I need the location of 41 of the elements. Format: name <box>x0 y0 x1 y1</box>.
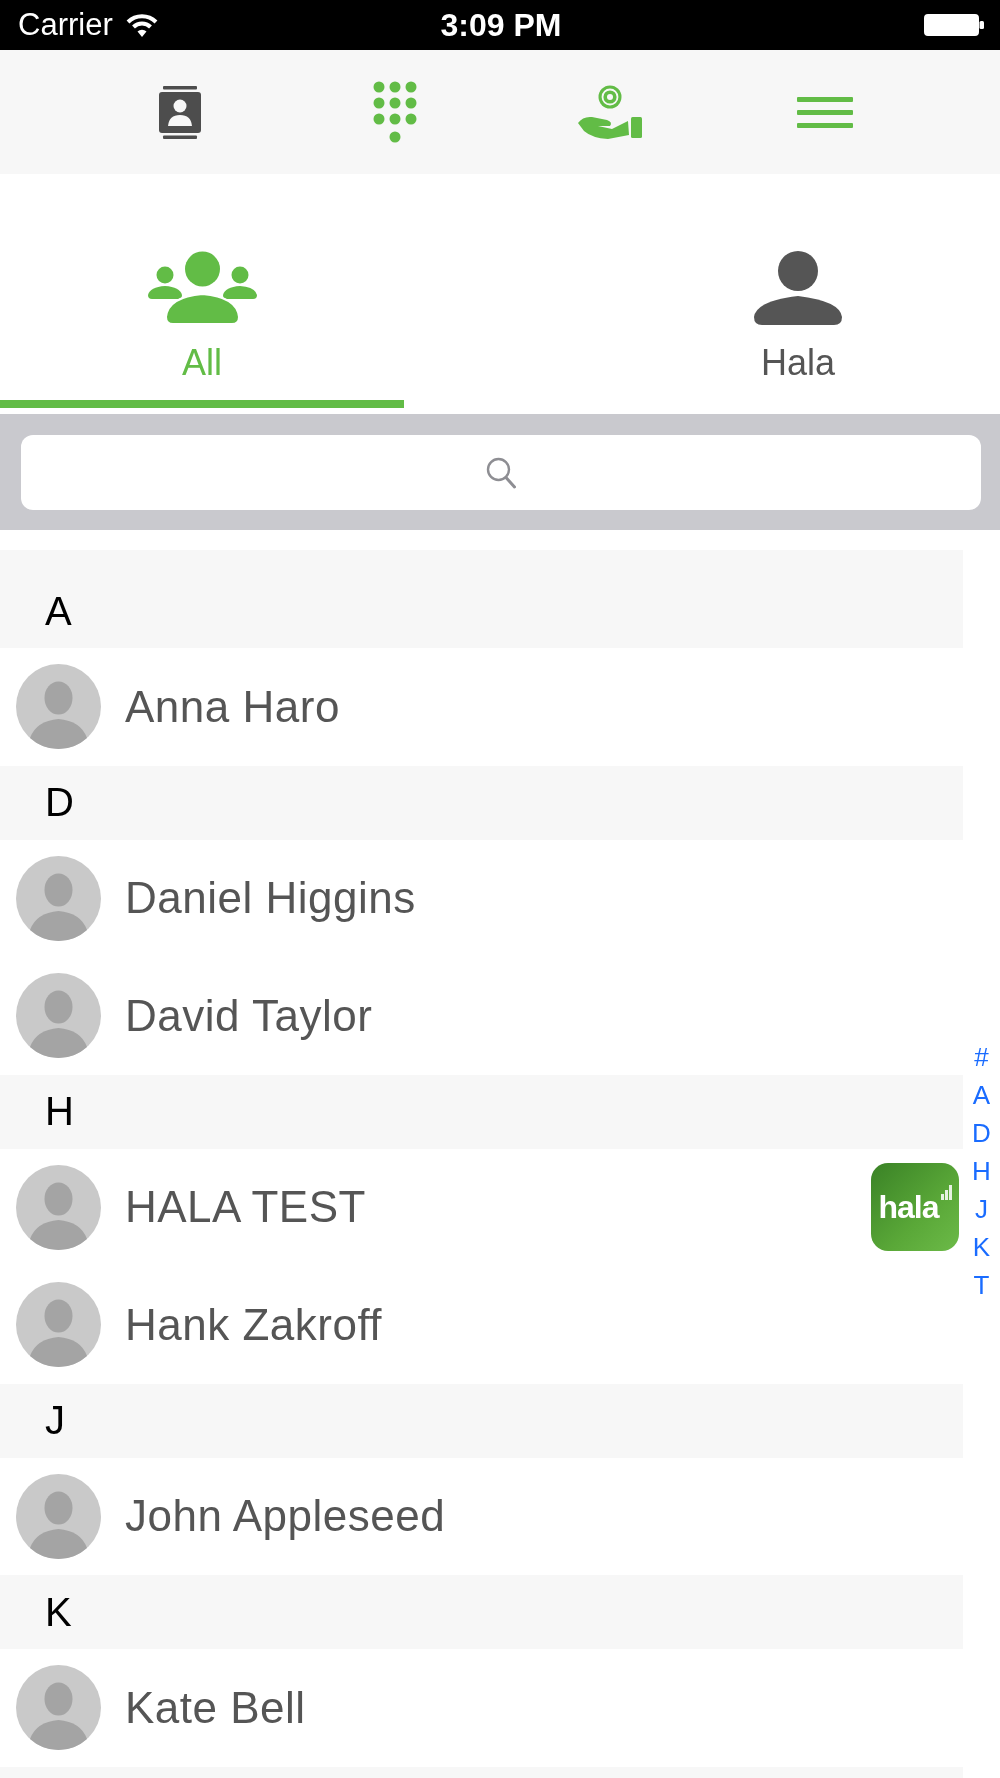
logo-text: hala <box>878 1190 939 1225</box>
tab[interactable]: Hala <box>596 240 1000 408</box>
contact-name[interactable]: Kate Bell <box>125 1682 306 1733</box>
section-header: A <box>0 550 963 648</box>
index-letter[interactable]: # <box>974 1038 989 1076</box>
battery-icon <box>924 14 984 36</box>
contact-name[interactable]: Hank Zakroff <box>125 1299 383 1350</box>
contacts-book-icon[interactable] <box>158 85 201 139</box>
avatar-icon <box>16 1473 101 1559</box>
avatar-icon <box>16 1665 101 1751</box>
index-letter[interactable]: K <box>972 1228 991 1266</box>
index-letter[interactable]: T <box>973 1266 990 1304</box>
search-icon <box>486 456 516 489</box>
contact-name[interactable]: David Taylor <box>125 990 373 1041</box>
index-letter[interactable]: J <box>975 1190 988 1228</box>
section-header: H <box>0 1074 963 1149</box>
person-icon <box>754 251 842 325</box>
contact-name[interactable]: Anna Haro <box>125 681 340 732</box>
dialpad-icon[interactable] <box>372 81 417 143</box>
avatar-icon <box>16 1282 101 1368</box>
section-header: D <box>0 765 963 840</box>
hand-coin-icon[interactable] <box>577 85 642 139</box>
contact-name[interactable]: Daniel Higgins <box>125 873 416 924</box>
avatar-icon <box>16 855 101 941</box>
wifi-icon <box>124 13 159 37</box>
contact-name[interactable]: HALA TEST <box>125 1182 366 1233</box>
section-header: J <box>0 1383 963 1458</box>
carrier-name: Carrier <box>18 7 113 43</box>
index-letter[interactable]: A <box>972 1076 991 1114</box>
avatar-icon <box>16 973 101 1059</box>
clock-time: 3:09 PM <box>440 7 562 43</box>
menu-icon[interactable] <box>796 96 853 128</box>
avatar-icon <box>16 664 101 750</box>
index-letter[interactable]: D <box>972 1114 991 1152</box>
index-letter[interactable]: H <box>972 1152 991 1190</box>
avatar-icon <box>16 1164 101 1250</box>
contact-name[interactable]: John Appleseed <box>125 1491 446 1542</box>
search-field[interactable] <box>21 435 981 510</box>
signal-bars-icon <box>940 1185 952 1201</box>
section-header: K <box>0 1575 963 1649</box>
group-icon <box>147 251 257 325</box>
